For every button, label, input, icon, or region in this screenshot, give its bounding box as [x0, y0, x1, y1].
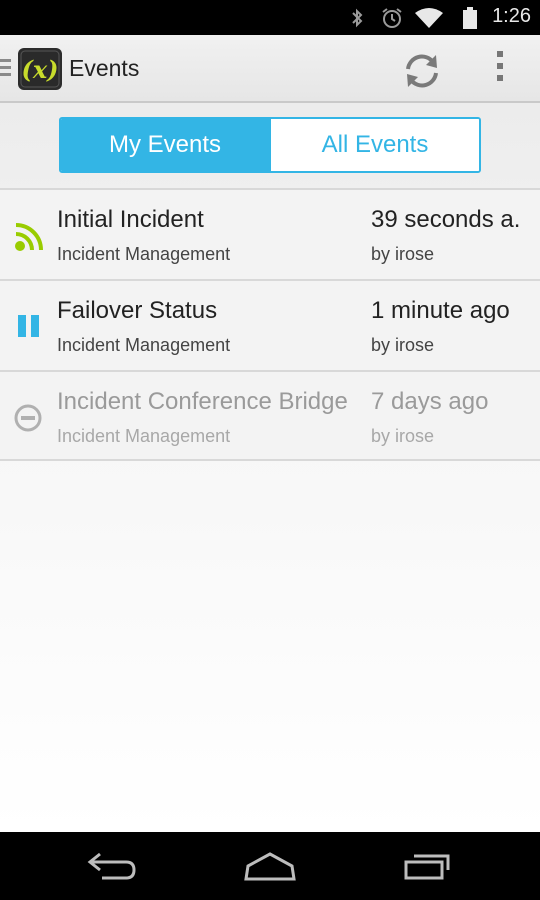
main-content: My Events All Events Initial Incident In…	[0, 103, 540, 832]
event-author: by irose	[371, 244, 435, 264]
terminated-icon	[14, 404, 42, 432]
event-filter-tabs: My Events All Events	[59, 117, 481, 173]
event-time: 39 seconds a.	[371, 206, 521, 233]
list-item[interactable]: Failover Status Incident Management 1 mi…	[0, 279, 540, 370]
overflow-menu-icon	[497, 51, 503, 57]
list-item[interactable]: Incident Conference Bridge Incident Mana…	[0, 370, 540, 461]
bluetooth-icon	[352, 8, 363, 28]
pause-icon	[18, 315, 39, 337]
recent-apps-button[interactable]	[400, 848, 460, 884]
event-group: Incident Management	[57, 244, 231, 264]
event-group: Incident Management	[57, 335, 231, 355]
event-name: Initial Incident	[57, 206, 204, 233]
event-author: by irose	[371, 426, 435, 446]
event-author: by irose	[371, 335, 435, 355]
app-logo-text: (x)	[21, 55, 58, 84]
event-list: Initial Incident Incident Management 39 …	[0, 188, 540, 461]
refresh-button[interactable]	[400, 49, 444, 93]
event-time: 1 minute ago	[371, 297, 510, 324]
tab-all-events[interactable]: All Events	[269, 119, 479, 171]
action-bar: (x) Events	[0, 35, 540, 103]
list-item[interactable]: Initial Incident Incident Management 39 …	[0, 188, 540, 279]
recent-apps-icon	[404, 854, 450, 880]
back-icon	[87, 852, 136, 880]
refresh-icon	[406, 54, 438, 88]
navigation-bar	[0, 832, 540, 900]
page-title: Events	[69, 55, 140, 81]
event-time: 7 days ago	[371, 388, 489, 415]
battery-icon	[463, 7, 477, 29]
event-group: Incident Management	[57, 426, 231, 446]
event-name: Failover Status	[57, 297, 218, 324]
overflow-menu-button[interactable]	[488, 51, 512, 91]
status-clock: 1:26	[492, 5, 531, 27]
home-icon	[244, 852, 296, 881]
back-button[interactable]	[82, 848, 142, 884]
home-button[interactable]	[240, 848, 300, 884]
wifi-icon	[415, 8, 443, 28]
app-logo[interactable]: (x)	[18, 48, 62, 90]
app-logo-icon: (x)	[20, 50, 60, 88]
status-bar: 1:26	[0, 0, 540, 35]
drawer-indicator-icon[interactable]	[0, 59, 11, 80]
alarm-icon	[382, 8, 402, 28]
tab-my-events[interactable]: My Events	[61, 119, 269, 171]
broadcast-icon	[15, 223, 43, 251]
event-name: Incident Conference Bridge	[57, 388, 348, 415]
